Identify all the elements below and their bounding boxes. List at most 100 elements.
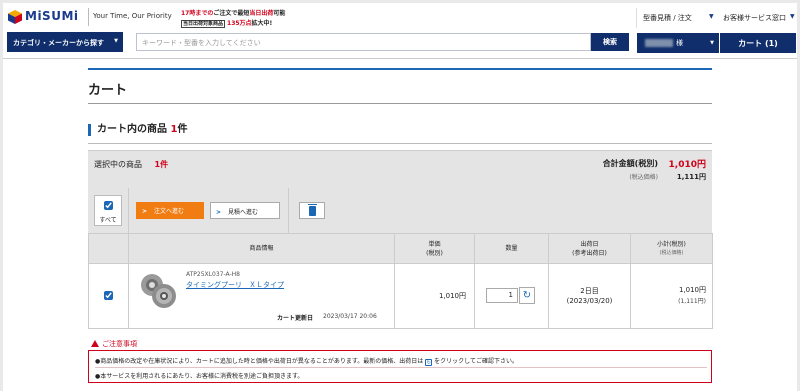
subtotal-value: 1,010円 [678, 286, 706, 294]
page-title: カート [88, 83, 128, 98]
select-all-box[interactable]: すべて [94, 195, 122, 226]
product-name-link[interactable]: タイミングプーリ ＸＬタイプ [186, 280, 284, 290]
header-ship-date: 出荷日 (参考出荷日) [548, 233, 631, 264]
logo-cube-icon [8, 10, 22, 24]
notice-line-1-tail: をクリックしてご確認下さい。 [434, 358, 518, 365]
header-subtotal-sub: (税込価格) [659, 249, 684, 256]
notice-box: ●商品価格の改定や在庫状況により、カートに追加した時と価格や出荷日が異なることが… [88, 350, 712, 383]
selected-count: 1件 [154, 160, 169, 169]
header-ship-label: 出荷日 [580, 240, 599, 248]
header-unit-price-label: 単価 [428, 240, 441, 248]
product-image[interactable] [138, 270, 178, 310]
cart-summary: 選択中の商品 1件 合計金額(税別) 1,010円 (税込価格) 1,111円 [88, 150, 712, 188]
ship-days: 2日目 [580, 287, 599, 295]
chevron-down-icon: ▼ [709, 13, 714, 20]
quote-button-label: 見積へ進む [228, 209, 259, 216]
cart-button[interactable]: カート (1) [720, 33, 796, 53]
notice-divider [95, 367, 707, 368]
incl-tax-label: (税込価格) [629, 174, 658, 181]
page-frame: MiSUMi Your Time, Our Priority 17時までのご注文… [3, 3, 797, 391]
promo-same-day: 当日出荷 [249, 10, 274, 17]
quote-order-link[interactable]: 型番見積 / 注文 [643, 13, 692, 23]
trash-icon [308, 204, 317, 216]
row-checkbox[interactable] [104, 290, 113, 300]
support-link[interactable]: お客様サービス窓口 [723, 13, 786, 23]
logo-divider [88, 8, 89, 26]
notice-title-text: ご注意事項 [102, 340, 137, 348]
selected-items: 選択中の商品 1件 [94, 159, 168, 170]
header-subtotal: 小計(税別) (税込価格) [630, 233, 713, 264]
header-unit-price: 単価 (税別) [394, 233, 475, 264]
promo-text: ご注文で最短 [213, 10, 250, 17]
header-product: 商品情報 [128, 233, 395, 264]
proceed-to-order-button[interactable]: > 注文へ進む [136, 202, 204, 219]
header-unit-price-sub: (税別) [426, 249, 443, 257]
chevron-down-icon: ▼ [710, 40, 714, 46]
search-button[interactable]: 検索 [591, 33, 629, 51]
header-divider [636, 8, 637, 28]
promo-line-1: 17時までのご注文で最短当日出荷可能 [181, 8, 285, 17]
refresh-icon: ↻ [425, 359, 433, 366]
redacted-username [645, 39, 673, 47]
header-ship-sub: (参考出荷日) [572, 249, 607, 257]
order-button-label: 注文へ進む [154, 208, 185, 215]
chevron-down-icon: ▼ [790, 13, 795, 20]
ship-date: (2023/03/20) [566, 297, 613, 305]
search-input[interactable]: キーワード・型番を入力してください [136, 33, 591, 51]
promo-line-2: 当日出荷対象商品 135万点拡大中! [181, 18, 273, 28]
action-divider [128, 188, 129, 233]
notice-line-2: ●本サービスを利用されるにあたり、お客様に消費税を別途ご負担頂きます。 [95, 373, 304, 380]
user-menu[interactable]: 様 ▼ [637, 33, 719, 53]
promo-time: 17時までの [181, 10, 214, 17]
cart-actions: すべて > 注文へ進む > 見積へ進む [88, 188, 712, 233]
category-button-label: カテゴリ・メーカーから探す [13, 39, 104, 47]
subtotal-cell: 1,010円 (1,111円) [630, 263, 713, 329]
refresh-icon[interactable]: ↻ [519, 287, 535, 304]
header-quantity-label: 数量 [505, 245, 518, 252]
header-check [88, 233, 129, 264]
selected-label: 選択中の商品 [94, 160, 142, 169]
table-header-row: 商品情報 単価 (税別) 数量 出荷日 (参考出荷日) 小計(税別) (税込価格) [88, 233, 713, 264]
nav-bar: カテゴリ・メーカーから探す ▼ キーワード・型番を入力してください 検索 様 ▼… [3, 31, 797, 55]
category-button[interactable]: カテゴリ・メーカーから探す ▼ [7, 32, 123, 52]
title-accent-line [88, 68, 712, 70]
promo-badge: 当日出荷対象商品 [181, 20, 226, 28]
warning-icon [91, 340, 99, 347]
title-rule [88, 103, 712, 104]
section-title-text: カート内の商品 [97, 124, 167, 135]
ship-date-cell: 2日目 (2023/03/20) [548, 263, 631, 329]
tagline: Your Time, Our Priority [93, 12, 172, 20]
subtotal-incl-value: (1,111円) [678, 298, 706, 305]
product-cell: ATP25XL037-A-H8 タイミングプーリ ＸＬタイプ カート更新日 20… [128, 263, 395, 329]
cart-updated-value: 2023/03/17 20:06 [323, 313, 377, 320]
total-value: 1,010円 [668, 160, 706, 170]
section-title: カート内の商品 1件 [88, 124, 187, 136]
header-subtotal-label: 小計(税別) [657, 240, 686, 248]
chevron-right-icon: > [216, 209, 222, 216]
product-code: ATP25XL037-A-H8 [186, 271, 240, 278]
notice-line-1: ●商品価格の改定や在庫状況により、カートに追加した時と価格や出荷日が異なることが… [95, 356, 518, 366]
chevron-right-icon: > [142, 208, 148, 215]
notice-line-1-text: ●商品価格の改定や在庫状況により、カートに追加した時と価格や出荷日が異なることが… [95, 358, 424, 365]
header-product-label: 商品情報 [249, 245, 274, 252]
select-all-label: すべて [99, 217, 117, 224]
cart-updated-label: カート更新日 [277, 315, 314, 322]
header-quantity: 数量 [474, 233, 549, 264]
misumi-logo[interactable]: MiSUMi [8, 9, 86, 25]
promo-count: 135万点 [227, 20, 252, 27]
total-label: 合計金額(税別) [602, 159, 658, 168]
incl-tax-value: 1,111円 [676, 173, 706, 181]
chevron-down-icon: ▼ [114, 38, 118, 44]
quantity-input[interactable]: 1 [486, 288, 518, 303]
row-check-cell [88, 263, 129, 329]
action-divider [288, 188, 289, 233]
cart-table: 商品情報 単価 (税別) 数量 出荷日 (参考出荷日) 小計(税別) (税込価格) [88, 233, 713, 329]
header-rule [3, 58, 797, 59]
delete-button[interactable] [299, 202, 325, 219]
promo-possible: 可能 [273, 10, 286, 17]
logo-text: MiSUMi [25, 9, 79, 23]
select-all-checkbox[interactable] [104, 201, 113, 210]
proceed-to-quote-button[interactable]: > 見積へ進む [210, 202, 280, 219]
unit-price-cell: 1,010円 [394, 263, 475, 329]
promo-expanding: 拡大中! [251, 20, 273, 27]
